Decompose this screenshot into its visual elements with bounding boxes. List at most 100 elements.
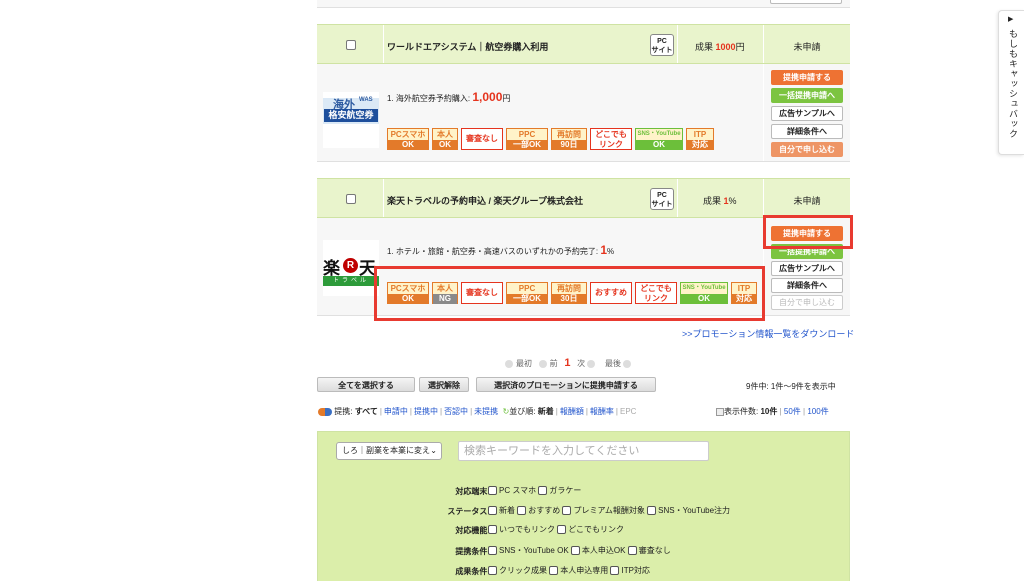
partner-status: 未申請 [793,196,821,206]
program-header-1: ワールドエアシステム｜航空券購入利用 PC サイト 成果 1000円 未申請 [317,24,850,64]
tag-no-review: 審査なし [461,128,503,150]
next-page-icon [587,359,596,368]
condition-options: クリック成果 本人申込専用 ITP対応 [488,565,650,576]
site-select[interactable]: しろ｜副業を本業に変え ⌄ [336,442,442,460]
checkbox[interactable] [647,506,657,516]
keyword-search-input[interactable]: 検索キーワードを入力してください [458,441,709,461]
partner-status: 未申請 [793,42,821,52]
first-page-link[interactable]: 最初 [516,359,532,368]
program-body-1: 海外 WAS 格安航空券 1. 海外航空券予約購入: 1,000円 PCスマホ O… [317,64,850,162]
bulk-apply-button[interactable]: 一括提携申請へ [771,88,843,103]
first-page-icon [505,359,513,368]
page-size-100[interactable]: 100件 [807,407,828,416]
apply-partnership-button[interactable]: 提携申請する [771,70,843,85]
next-page-link[interactable]: 次 [577,359,585,368]
details-button[interactable]: 詳細条件へ [771,124,843,139]
pc-site-badge: PC サイト [650,188,674,210]
page-size-label: 表示件数: [724,407,759,416]
partner-filter-label: 提携: [334,407,353,416]
checkbox[interactable] [627,546,637,556]
ad-sample-button[interactable]: 広告サンプルへ [771,261,843,276]
self-apply-button[interactable]: 自分で申し込む [771,142,843,157]
page-size-50[interactable]: 50件 [784,407,801,416]
self-apply-button[interactable]: 自分で申し込む [771,295,843,310]
last-page-icon [623,359,632,368]
goal-condition: 1. ホテル・旅館・航空券・高速バスのいずれかの予約完了: 1% [387,243,615,257]
program-checkbox[interactable] [346,194,356,204]
checkbox[interactable] [610,566,620,576]
condition-label: 成果条件: [455,567,490,576]
side-tab-label: もしもキャッシュバック [1008,29,1018,139]
program-banner[interactable]: 楽 R 天 トラベル [323,240,379,296]
pagination: 最初 前 1 次 最後 [505,357,634,369]
reward-amount: 成果 1% [703,196,737,206]
sort-reward-amount[interactable]: 報酬額 [560,407,584,416]
program-header-2: 楽天トラベルの予約申込 / 楽天グループ株式会社 PC サイト 成果 1% 未申請 [317,178,850,218]
list-icon [716,407,724,416]
condition-label: ステータス: [447,507,490,516]
checkbox[interactable] [557,525,567,535]
prev-page-link[interactable]: 前 [550,359,558,368]
checkbox[interactable] [488,486,497,496]
apply-selected-button[interactable]: 選択済のプロモーションに提携申請する [476,377,656,392]
program-name[interactable]: 楽天トラベルの予約申込 / 楽天グループ株式会社 [387,194,583,207]
program-checkbox[interactable] [346,40,356,50]
tag-self-apply: 本人 OK [432,128,458,150]
condition-options: SNS・YouTube OK 本人申込OK 審査なし [488,545,671,556]
sort-new[interactable]: 新着 [538,407,554,416]
last-page-link[interactable]: 最後 [605,359,621,368]
filter-denied[interactable]: 否認中 [444,407,468,416]
cashback-side-tab[interactable]: ▶ もしもキャッシュバック [998,10,1024,155]
filter-partnered[interactable]: 提携中 [414,407,438,416]
tag-ppc: PPC 一部OK [506,128,548,150]
highlight-apply-button [763,215,853,249]
checkbox[interactable] [488,506,497,516]
program-name[interactable]: ワールドエアシステム｜航空券購入利用 [387,40,548,53]
previous-row-button-remnant[interactable] [770,0,842,4]
search-panel: しろ｜副業を本業に変え ⌄ 検索キーワードを入力してください 対応端末: PC ス… [317,431,850,581]
ad-sample-button[interactable]: 広告サンプルへ [771,106,843,121]
select-all-button[interactable]: 全てを選択する [317,377,415,392]
filter-all[interactable]: すべて [355,407,378,416]
condition-label: 対応端末: [455,487,490,496]
result-count: 9件中: 1件～9件を表示中 [746,382,836,391]
checkbox[interactable] [517,506,527,516]
condition-label: 提携条件: [455,547,490,556]
sort-reward-rate[interactable]: 報酬率 [590,407,614,416]
tag-device: PCスマホ OK [387,128,429,150]
condition-options: PC スマホ ガラケー [488,485,581,496]
filter-applying[interactable]: 申請中 [384,407,408,416]
filter-bar: 提携: すべて | 申請中 | 提携中 | 否認中 | 未提携 ↻並び順: 新着 | 報酬額 | 報酬率… [318,406,636,417]
checkbox[interactable] [488,566,497,576]
prev-page-icon [538,359,547,368]
checkbox[interactable] [562,506,572,516]
checkbox[interactable] [538,486,548,496]
condition-options: いつでもリンク どこでもリンク [488,524,624,535]
tag-anywhere-link: どこでも リンク [590,128,632,150]
page-size-selector: 表示件数: 10件 | 50件 | 100件 [716,406,829,417]
checkbox[interactable] [570,546,580,556]
tag-sns: SNS・YouTube OK [635,128,683,150]
checkbox[interactable] [549,566,559,576]
deselect-button[interactable]: 選択解除 [419,377,469,392]
program-banner[interactable]: 海外 WAS 格安航空券 [323,92,379,148]
sort-epc: EPC [620,407,637,416]
page-size-10[interactable]: 10件 [760,407,777,416]
condition-options: 新着 おすすめ プレミアム報酬対象 SNS・YouTube注力 [488,505,730,516]
checkbox[interactable] [488,525,497,535]
reward-amount: 成果 1000円 [695,42,745,52]
highlight-tags [374,266,765,321]
chevron-down-icon: ⌄ [430,446,437,455]
goal-condition: 1. 海外航空券予約購入: 1,000円 [387,90,511,104]
tag-itp: ITP 対応 [686,128,714,150]
triangle-right-icon: ▶ [1008,16,1014,23]
details-button[interactable]: 詳細条件へ [771,278,843,293]
download-promotion-list-link[interactable]: >>プロモーション情報一覧をダウンロード [682,327,854,340]
pc-site-badge: PC サイト [650,34,674,56]
sort-label: 並び順: [509,407,536,416]
condition-label: 対応機能: [455,526,490,535]
filter-not-partnered[interactable]: 未提携 [474,407,498,416]
current-page: 1 [564,357,571,369]
handshake-icon [318,407,332,416]
checkbox[interactable] [488,546,497,556]
